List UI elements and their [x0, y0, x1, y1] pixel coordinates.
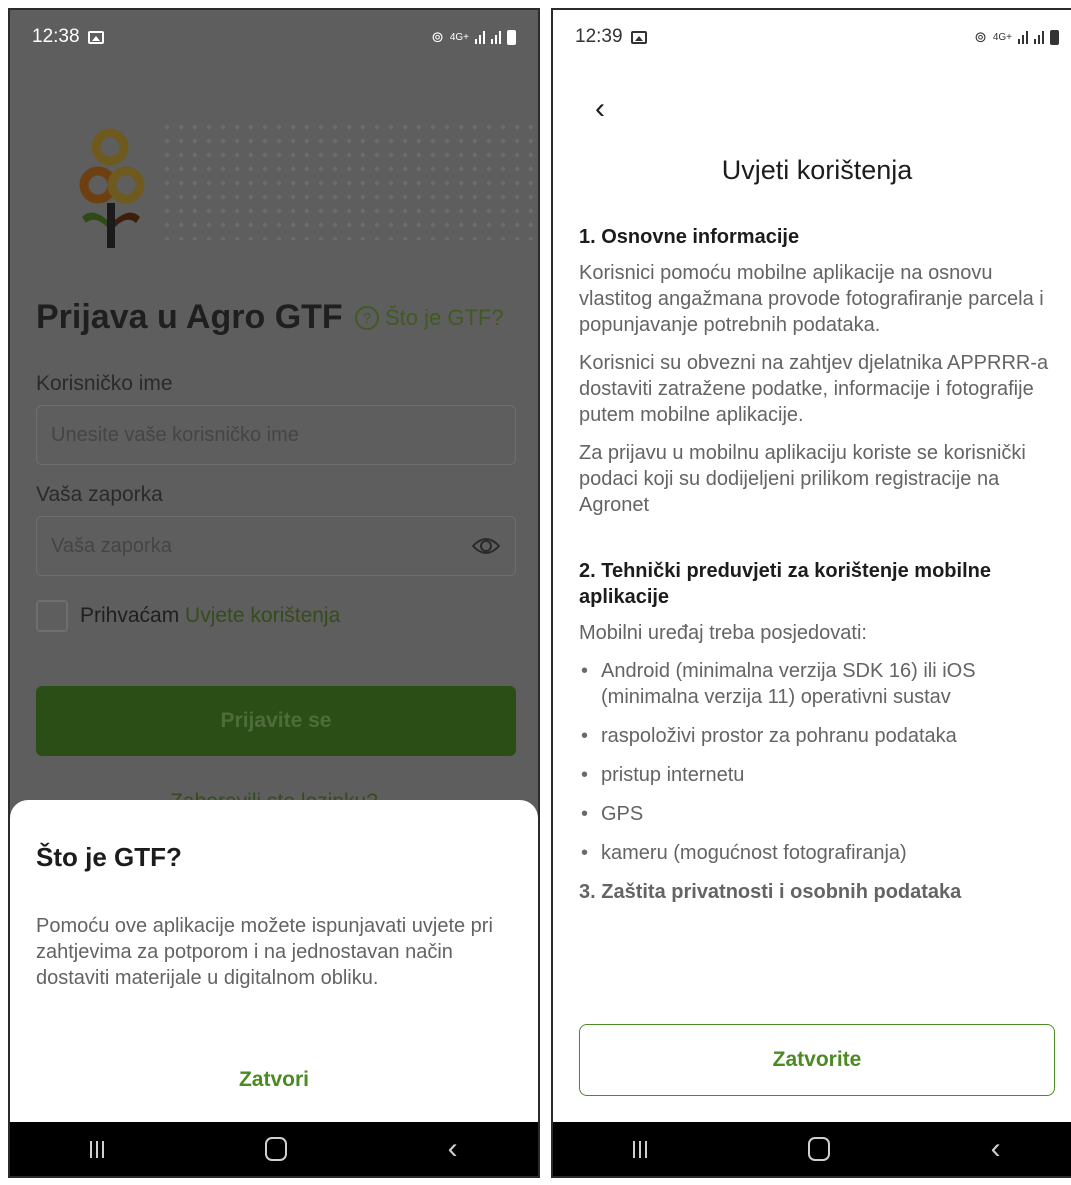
- list-item: pristup internetu: [579, 762, 1069, 788]
- hotspot-icon: ⊚: [431, 29, 444, 46]
- close-sheet-button[interactable]: Zatvori: [10, 1068, 538, 1092]
- gallery-notification-icon: [630, 30, 647, 44]
- hotspot-icon: ⊚: [974, 29, 987, 46]
- back-chevron-icon[interactable]: ‹: [595, 92, 605, 126]
- recent-apps-icon[interactable]: [90, 1140, 105, 1158]
- signal-icon-2: [491, 30, 501, 44]
- network-type: 4G+: [992, 31, 1012, 43]
- status-bar: 12:39 ⊚ 4G+: [553, 10, 1071, 64]
- home-icon[interactable]: [807, 1137, 830, 1161]
- section-1-paragraph: Za prijavu u mobilnu aplikaciju koriste …: [579, 442, 1026, 516]
- close-terms-button[interactable]: Zatvorite: [579, 1024, 1055, 1096]
- password-label: Vaša zaporka: [36, 483, 163, 506]
- status-time: 12:39: [575, 26, 623, 47]
- gallery-notification-icon: [87, 30, 104, 44]
- back-icon[interactable]: ‹: [448, 1134, 458, 1164]
- terms-link[interactable]: Uvjete korištenja: [185, 604, 340, 627]
- username-placeholder: Unesite vaše korisničko ime: [51, 423, 299, 446]
- accept-terms-row: Prihvaćam Uvjete korištenja: [36, 600, 340, 632]
- username-input[interactable]: Unesite vaše korisničko ime: [36, 405, 516, 465]
- password-placeholder: Vaša zaporka: [51, 534, 172, 557]
- terms-content: 1. Osnovne informacije Korisnici pomoću …: [579, 224, 1069, 905]
- home-icon[interactable]: [264, 1137, 287, 1161]
- gtf-info-sheet: Što je GTF? Pomoću ove aplikacije možete…: [10, 800, 538, 1122]
- status-time: 12:38: [32, 26, 80, 47]
- signal-icon: [1018, 30, 1028, 44]
- accept-terms-checkbox[interactable]: [36, 600, 68, 632]
- page-title: Uvjeti korištenja: [721, 155, 913, 185]
- decorative-dots: [160, 120, 538, 240]
- gtf-help-label: Što je GTF?: [385, 305, 504, 330]
- eye-icon[interactable]: [471, 535, 501, 557]
- help-icon: ?: [355, 306, 379, 330]
- gtf-help-link[interactable]: ? Što je GTF?: [355, 305, 504, 331]
- accept-label: Prihvaćam: [80, 604, 180, 627]
- sheet-body: Pomoću ove aplikacije možete ispunjavati…: [36, 915, 493, 989]
- section-1-title: 1. Osnovne informacije: [579, 226, 800, 248]
- system-nav-bar: ‹: [10, 1122, 538, 1176]
- accept-terms-text: Prihvaćam Uvjete korištenja: [80, 604, 340, 628]
- signal-icon: [475, 30, 485, 44]
- page-title: Prijava u Agro GTF: [36, 298, 343, 336]
- username-label: Korisničko ime: [36, 372, 173, 395]
- section-3-title: 3. Zaštita privatnosti i osobnih podatak…: [579, 881, 962, 903]
- requirements-list: Android (minimalna verzija SDK 16) ili i…: [579, 658, 1069, 866]
- list-item: raspoloživi prostor za pohranu podataka: [579, 723, 1069, 749]
- recent-apps-icon[interactable]: [633, 1140, 648, 1158]
- list-item: GPS: [579, 801, 1069, 827]
- list-item: kameru (mogućnost fotografiranja): [579, 840, 1069, 866]
- signal-icon-2: [1034, 30, 1044, 44]
- section-2-title: 2. Tehnički preduvjeti za korištenje mob…: [579, 560, 991, 608]
- battery-icon: [1050, 29, 1059, 45]
- login-screen: 12:38 ⊚ 4G+ Prijava u Agro GTF ? Što je …: [8, 8, 540, 1178]
- section-1-paragraph: Korisnici pomoću mobilne aplikacije na o…: [579, 262, 1044, 336]
- sheet-title: Što je GTF?: [36, 842, 182, 872]
- list-item: Android (minimalna verzija SDK 16) ili i…: [579, 658, 1069, 710]
- back-icon[interactable]: ‹: [991, 1134, 1001, 1164]
- status-bar: 12:38 ⊚ 4G+: [10, 10, 538, 64]
- battery-icon: [507, 29, 516, 45]
- section-1-paragraph: Korisnici su obvezni na zahtjev djelatni…: [579, 352, 1049, 426]
- terms-screen: 12:39 ⊚ 4G+ ‹ Uvjeti korištenja 1. Osnov…: [551, 8, 1071, 1178]
- app-logo: [79, 128, 145, 248]
- section-2-intro: Mobilni uređaj treba posjedovati:: [579, 622, 867, 644]
- login-button[interactable]: Prijavite se: [36, 686, 516, 756]
- password-input[interactable]: Vaša zaporka: [36, 516, 516, 576]
- network-type: 4G+: [449, 31, 469, 43]
- system-nav-bar: ‹: [553, 1122, 1071, 1176]
